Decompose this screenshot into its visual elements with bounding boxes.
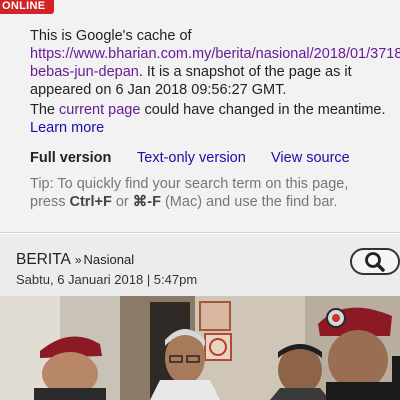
article-photo: [0, 296, 400, 400]
tip-suffix: (Mac) and use the find bar.: [160, 194, 338, 210]
tip-or: or: [111, 194, 133, 210]
cache-note: The current page could have changed in t…: [30, 101, 400, 137]
cache-line-1: This is Google's cache of: [30, 28, 192, 44]
tip-line-1: Tip: To quickly find your search term on…: [30, 176, 349, 192]
breadcrumb-subsection[interactable]: Nasional: [84, 252, 135, 267]
online-badge: ONLINE: [0, 0, 54, 14]
tip-ctrl-f: Ctrl+F: [69, 194, 112, 210]
cache-line-2-tail: . It is a snapshot of the page as it: [138, 64, 352, 80]
view-source-link[interactable]: View source: [271, 149, 350, 167]
news-photo-illustration: [0, 296, 400, 400]
tip-press: press: [30, 194, 70, 210]
article-date: Sabtu, 6 Januari 2018 | 5:47pm: [16, 272, 198, 287]
search-icon: [365, 252, 385, 272]
article-header: BERITA» Nasional Sabtu, 6 Januari 2018 | …: [0, 234, 400, 296]
tip-cmd-f: ⌘-F: [132, 194, 161, 210]
note-suffix: could have changed in the meantime.: [140, 102, 386, 118]
find-tip: Tip: To quickly find your search term on…: [30, 175, 400, 211]
current-page-link[interactable]: current page: [59, 102, 140, 118]
breadcrumb: BERITA» Nasional: [16, 251, 134, 269]
cache-line-3: appeared on 6 Jan 2018 09:56:27 GMT.: [30, 82, 287, 98]
learn-more-link[interactable]: Learn more: [30, 120, 104, 136]
breadcrumb-separator: »: [74, 253, 82, 267]
full-version-label: Full version: [30, 150, 112, 166]
google-cache-banner: ONLINE This is Google's cache of https:/…: [0, 0, 400, 233]
search-button[interactable]: [350, 248, 400, 275]
breadcrumb-section[interactable]: BERITA: [16, 251, 71, 268]
cached-url-link-cont[interactable]: bebas-jun-depan: [30, 64, 139, 80]
cached-url-link[interactable]: https://www.bharian.com.my/berita/nasion…: [30, 46, 400, 62]
note-prefix: The: [30, 102, 60, 118]
cache-info-text: This is Google's cache of https://www.bh…: [30, 27, 400, 99]
version-switcher: Full version Text-only version View sour…: [30, 149, 400, 167]
text-only-version-link[interactable]: Text-only version: [137, 149, 246, 167]
